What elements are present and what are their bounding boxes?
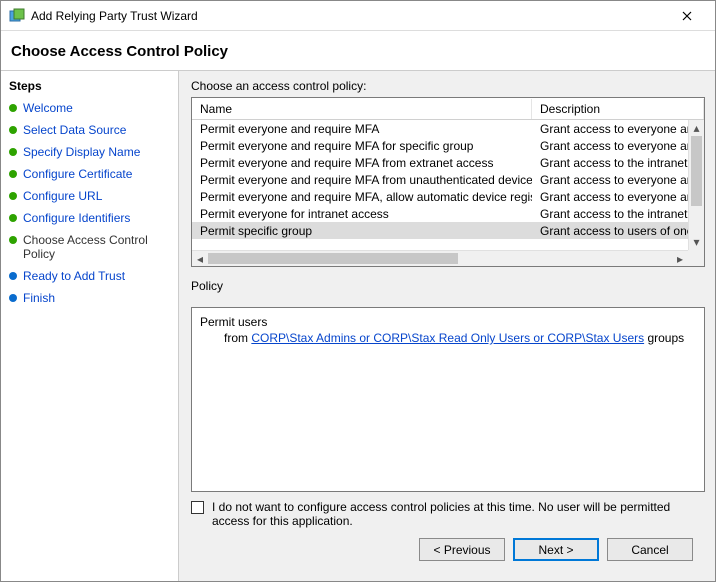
horizontal-scrollbar[interactable]: ◂ ▸ xyxy=(192,250,688,266)
policy-name: Permit specific group xyxy=(192,224,532,238)
policy-description: Grant access to everyone and requir xyxy=(532,122,688,136)
step-bullet-icon xyxy=(9,192,17,200)
steps-sidebar: Steps Welcome Select Data Source Specify D… xyxy=(1,71,179,581)
steps-header: Steps xyxy=(1,77,178,97)
step-label: Configure URL xyxy=(23,189,102,203)
policy-row[interactable]: Permit everyone and require MFA, allow a… xyxy=(192,188,688,205)
step-select-data-source[interactable]: Select Data Source xyxy=(1,119,178,141)
scroll-up-icon[interactable]: ▴ xyxy=(689,120,704,136)
policy-description: Grant access to everyone and requir xyxy=(532,139,688,153)
policy-name: Permit everyone and require MFA xyxy=(192,122,532,136)
step-label: Configure Certificate xyxy=(23,167,132,181)
page-title: Choose Access Control Policy xyxy=(1,31,715,71)
policy-line2-suffix: groups xyxy=(644,331,684,345)
wizard-body: Steps Welcome Select Data Source Specify D… xyxy=(1,71,715,581)
app-icon xyxy=(9,8,25,24)
policy-description: Grant access to the intranet users. xyxy=(532,207,688,221)
policy-row[interactable]: Permit everyone and require MFA from ext… xyxy=(192,154,688,171)
step-configure-identifiers[interactable]: Configure Identifiers xyxy=(1,207,178,229)
policy-row[interactable]: Permit everyone for intranet accessGrant… xyxy=(192,205,688,222)
policy-section-label: Policy xyxy=(191,279,705,293)
policy-description: Grant access to everyone and requir xyxy=(532,173,688,187)
step-choose-access-control-policy: Choose Access Control Policy xyxy=(1,229,178,265)
policy-row[interactable]: Permit specific groupGrant access to use… xyxy=(192,222,688,239)
button-row: < Previous Next > Cancel xyxy=(191,528,705,573)
policy-description: Grant access to users of one or more xyxy=(532,224,688,238)
scroll-thumb-h[interactable] xyxy=(208,253,458,264)
policy-list-label: Choose an access control policy: xyxy=(191,79,705,93)
step-label: Configure Identifiers xyxy=(23,211,130,225)
window-title: Add Relying Party Trust Wizard xyxy=(31,9,667,23)
step-configure-certificate[interactable]: Configure Certificate xyxy=(1,163,178,185)
policy-name: Permit everyone and require MFA from ext… xyxy=(192,156,532,170)
scroll-down-icon[interactable]: ▾ xyxy=(689,234,704,250)
policy-description: Grant access to the intranet users an xyxy=(532,156,688,170)
opt-out-checkbox[interactable] xyxy=(191,501,204,514)
policy-row[interactable]: Permit everyone and require MFA for spec… xyxy=(192,137,688,154)
policy-line2: from CORP\Stax Admins or CORP\Stax Read … xyxy=(200,330,696,346)
list-header: Name Description xyxy=(192,98,704,120)
step-finish[interactable]: Finish xyxy=(1,287,178,309)
step-label: Specify Display Name xyxy=(23,145,140,159)
policy-line2-prefix: from xyxy=(224,331,251,345)
column-name[interactable]: Name xyxy=(192,99,532,119)
policy-description: Grant access to everyone and requir xyxy=(532,190,688,204)
scroll-left-icon[interactable]: ◂ xyxy=(192,251,208,266)
opt-out-row: I do not want to configure access contro… xyxy=(191,500,705,528)
step-bullet-icon xyxy=(9,214,17,222)
step-bullet-icon xyxy=(9,104,17,112)
step-label: Welcome xyxy=(23,101,73,115)
titlebar: Add Relying Party Trust Wizard xyxy=(1,1,715,31)
step-bullet-icon xyxy=(9,294,17,302)
step-bullet-icon xyxy=(9,170,17,178)
policy-row[interactable]: Permit everyone and require MFAGrant acc… xyxy=(192,120,688,137)
previous-button[interactable]: < Previous xyxy=(419,538,505,561)
policy-listbox[interactable]: Name Description Permit everyone and req… xyxy=(191,97,705,267)
cancel-button[interactable]: Cancel xyxy=(607,538,693,561)
step-configure-url[interactable]: Configure URL xyxy=(1,185,178,207)
step-label: Choose Access Control Policy xyxy=(23,233,172,261)
step-ready-to-add-trust[interactable]: Ready to Add Trust xyxy=(1,265,178,287)
wizard-window: Add Relying Party Trust Wizard Choose Ac… xyxy=(0,0,716,582)
step-welcome[interactable]: Welcome xyxy=(1,97,178,119)
opt-out-label: I do not want to configure access contro… xyxy=(212,500,705,528)
close-button[interactable] xyxy=(667,2,707,30)
policy-name: Permit everyone and require MFA, allow a… xyxy=(192,190,532,204)
step-bullet-icon xyxy=(9,272,17,280)
policy-row[interactable]: Permit everyone and require MFA from una… xyxy=(192,171,688,188)
step-bullet-icon xyxy=(9,148,17,156)
policy-groups-link[interactable]: CORP\Stax Admins or CORP\Stax Read Only … xyxy=(251,331,644,345)
scroll-corner xyxy=(688,250,704,266)
scroll-thumb-v[interactable] xyxy=(691,136,702,206)
policy-detail-box: Permit users from CORP\Stax Admins or CO… xyxy=(191,307,705,492)
column-description[interactable]: Description xyxy=(532,99,704,119)
next-button[interactable]: Next > xyxy=(513,538,599,561)
step-bullet-icon xyxy=(9,236,17,244)
step-label: Select Data Source xyxy=(23,123,126,137)
scroll-right-icon[interactable]: ▸ xyxy=(672,251,688,266)
vertical-scrollbar[interactable]: ▴ ▾ xyxy=(688,120,704,250)
main-panel: Choose an access control policy: Name De… xyxy=(179,71,715,581)
step-label: Ready to Add Trust xyxy=(23,269,125,283)
policy-line1: Permit users xyxy=(200,314,696,330)
step-bullet-icon xyxy=(9,126,17,134)
policy-name: Permit everyone for intranet access xyxy=(192,207,532,221)
policy-name: Permit everyone and require MFA from una… xyxy=(192,173,532,187)
step-specify-display-name[interactable]: Specify Display Name xyxy=(1,141,178,163)
step-label: Finish xyxy=(23,291,55,305)
policy-name: Permit everyone and require MFA for spec… xyxy=(192,139,532,153)
